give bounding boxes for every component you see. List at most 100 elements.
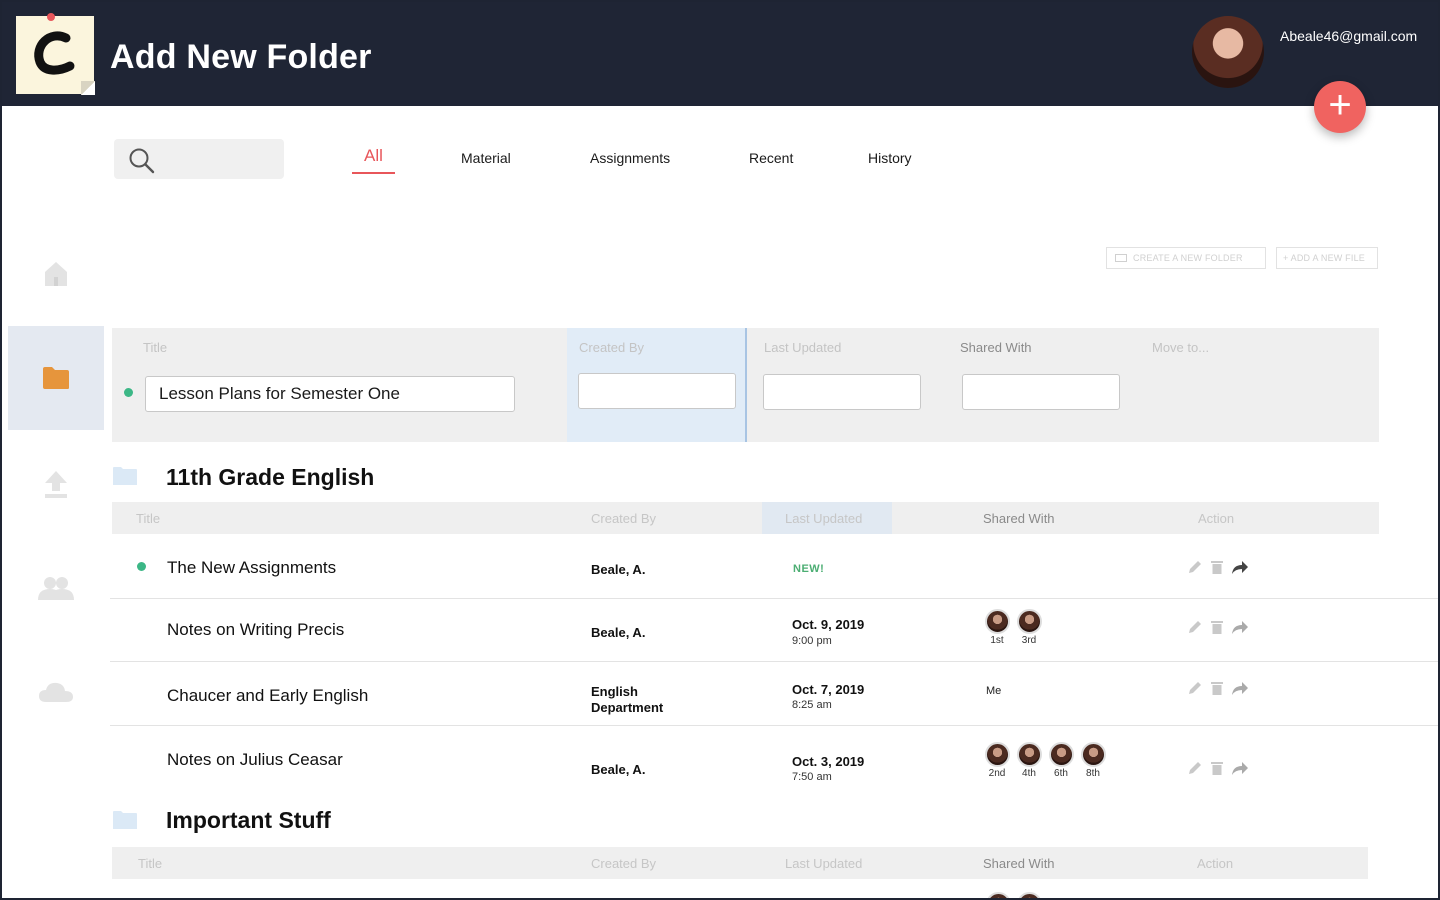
avatar — [1016, 609, 1042, 634]
row-title[interactable]: Notes on Julius Ceasar — [167, 750, 343, 770]
tab-history[interactable]: History — [868, 150, 912, 166]
avatar — [984, 609, 1010, 634]
shared-avatars-partial — [986, 892, 1042, 898]
avatar — [1048, 742, 1074, 767]
app-logo[interactable] — [16, 13, 95, 95]
shared-chip[interactable]: 6th — [1048, 742, 1074, 779]
row-created-by-line2: Department — [591, 700, 664, 715]
column-header-shared-with[interactable]: Shared With — [983, 856, 1055, 871]
folder-icon — [113, 467, 137, 485]
folder-plus-icon — [1115, 254, 1127, 262]
sidebar-item-cloud[interactable] — [8, 642, 104, 742]
edit-icon[interactable] — [1187, 619, 1203, 635]
column-header-title[interactable]: Title — [138, 856, 162, 871]
shared-chip[interactable]: 3rd — [1016, 609, 1042, 646]
shared-chip[interactable]: 1st — [984, 609, 1010, 646]
column-header-shared-with[interactable]: Shared With — [983, 511, 1055, 526]
table-row[interactable]: Chaucer and Early English English Depart… — [110, 662, 1438, 726]
trash-icon[interactable] — [1210, 559, 1224, 575]
column-header-action: Action — [1197, 856, 1234, 871]
column-header-title[interactable]: Title — [136, 511, 160, 526]
user-avatar[interactable] — [1192, 16, 1264, 88]
home-icon — [45, 262, 67, 286]
paper-curl-icon — [81, 81, 95, 95]
user-email[interactable]: Abeale46@gmail.com — [1280, 28, 1417, 44]
share-icon[interactable] — [1231, 619, 1249, 635]
share-icon[interactable] — [1231, 559, 1249, 575]
table-row[interactable]: Notes on Writing Precis Beale, A. Oct. 9… — [110, 599, 1438, 662]
table-header: Title Created By Last Updated Shared Wit… — [112, 847, 1368, 879]
column-header-created-by[interactable]: Created By — [591, 856, 656, 871]
shared-avatars: 2nd 4th 6th 8th — [984, 742, 1106, 779]
row-title[interactable]: Notes on Writing Precis — [167, 620, 344, 640]
nf-header-title: Title — [143, 340, 168, 355]
avatar — [986, 892, 1011, 898]
shared-chip[interactable]: 4th — [1016, 742, 1042, 779]
last-updated-field[interactable] — [763, 374, 921, 410]
column-header-last-updated[interactable]: Last Updated — [785, 856, 862, 871]
edit-icon[interactable] — [1187, 680, 1203, 696]
create-folder-button[interactable]: CREATE A NEW FOLDER — [1106, 247, 1266, 269]
shared-with-text: Me — [986, 685, 1002, 697]
table-row[interactable]: Notes on Julius Ceasar Beale, A. Oct. 3,… — [110, 726, 1438, 796]
share-icon[interactable] — [1231, 760, 1249, 776]
chip-label: 1st — [990, 635, 1004, 646]
folder-icon — [43, 367, 69, 389]
row-time: 7:50 am — [792, 771, 832, 783]
section-title: 11th Grade English — [166, 464, 375, 490]
page-title: Add New Folder — [110, 38, 372, 76]
status-dot — [124, 388, 133, 397]
row-date: Oct. 9, 2019 — [792, 617, 865, 632]
table-row[interactable]: The New Assignments Beale, A. NEW! — [110, 536, 1438, 599]
users-icon — [38, 577, 74, 600]
chip-label: 6th — [1054, 768, 1068, 779]
nf-header-move-to: Move to... — [1152, 340, 1210, 355]
tab-assignments[interactable]: Assignments — [590, 150, 670, 166]
row-time: 9:00 pm — [792, 635, 832, 647]
new-badge: NEW! — [793, 563, 825, 575]
row-date: Oct. 7, 2019 — [792, 682, 865, 697]
row-actions — [1187, 680, 1249, 696]
top-header: Add New Folder Abeale46@gmail.com — [2, 2, 1438, 106]
search-input[interactable] — [114, 139, 284, 179]
search-icon — [129, 148, 155, 174]
tab-material[interactable]: Material — [461, 150, 511, 166]
edit-icon[interactable] — [1187, 559, 1203, 575]
avatar — [1016, 742, 1042, 767]
row-title[interactable]: The New Assignments — [167, 558, 336, 578]
sidebar-item-upload[interactable] — [8, 434, 104, 534]
add-button[interactable]: + — [1314, 81, 1366, 133]
chip-label: 3rd — [1021, 635, 1037, 646]
folder-title-field[interactable]: Lesson Plans for Semester One — [145, 376, 515, 412]
created-by-field[interactable] — [578, 373, 736, 409]
row-actions — [1187, 760, 1249, 776]
share-icon[interactable] — [1231, 680, 1249, 696]
app-window: Add New Folder Abeale46@gmail.com + All … — [0, 0, 1440, 900]
section-title: Important Stuff — [166, 807, 331, 833]
sidebar-item-folders[interactable] — [8, 326, 104, 430]
row-actions — [1187, 619, 1249, 635]
trash-icon[interactable] — [1210, 760, 1224, 776]
nf-header-created-by: Created By — [579, 340, 645, 355]
tab-recent[interactable]: Recent — [749, 150, 793, 166]
row-actions — [1187, 559, 1249, 575]
chip-label: 4th — [1022, 768, 1036, 779]
shared-with-field[interactable] — [962, 374, 1120, 410]
trash-icon[interactable] — [1210, 619, 1224, 635]
column-header-last-updated[interactable]: Last Updated — [785, 511, 862, 526]
trash-icon[interactable] — [1210, 680, 1224, 696]
column-header-action: Action — [1198, 511, 1235, 526]
shared-chip[interactable]: 2nd — [984, 742, 1010, 779]
avatar — [1080, 742, 1106, 767]
column-header-created-by[interactable]: Created By — [591, 511, 656, 526]
shared-chip[interactable]: 8th — [1080, 742, 1106, 779]
cloud-icon — [39, 682, 73, 702]
add-file-button[interactable]: + ADD A NEW FILE — [1276, 247, 1378, 269]
row-created-by-line1: English — [591, 684, 638, 699]
tab-all[interactable]: All — [352, 146, 395, 174]
edit-icon[interactable] — [1187, 760, 1203, 776]
create-folder-label: CREATE A NEW FOLDER — [1133, 253, 1243, 263]
row-title[interactable]: Chaucer and Early English — [167, 686, 368, 706]
sidebar-item-home[interactable] — [8, 224, 104, 324]
sidebar-item-groups[interactable] — [8, 538, 104, 638]
